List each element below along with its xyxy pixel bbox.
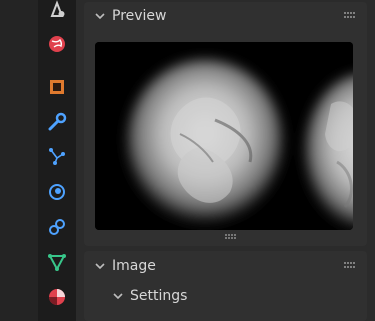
world-icon [49, 36, 65, 52]
tab-modifier[interactable] [45, 110, 69, 134]
settings-subpanel-header[interactable]: Settings [102, 283, 187, 309]
image-title: Image [112, 258, 156, 274]
tab-physics[interactable] [45, 180, 69, 204]
tab-render[interactable] [45, 0, 69, 22]
preview-title: Preview [112, 8, 167, 24]
texture-preview-image [95, 42, 353, 230]
physics-icon [49, 184, 65, 200]
properties-tabbar [38, 0, 76, 321]
chevron-down-icon [95, 13, 105, 20]
constraints-icon [49, 219, 65, 235]
tab-object-data[interactable] [45, 250, 69, 274]
tab-object[interactable] [45, 75, 69, 99]
render-icon [50, 0, 65, 17]
tab-material[interactable] [45, 285, 69, 309]
chevron-down-icon [95, 263, 105, 270]
chevron-down-icon [113, 293, 123, 300]
settings-title: Settings [130, 288, 188, 304]
particles-icon [49, 148, 65, 165]
modifier-wrench-icon [48, 112, 67, 131]
tab-constraints[interactable] [45, 215, 69, 239]
drag-grip-icon[interactable] [343, 261, 357, 269]
image-panel: Image Settings [84, 251, 367, 321]
object-data-icon [48, 254, 66, 272]
texture-preview [95, 42, 353, 230]
image-panel-header[interactable]: Image [84, 252, 367, 280]
preview-panel: Preview [84, 2, 367, 246]
preview-panel-header[interactable]: Preview [84, 2, 367, 30]
left-strip [0, 0, 38, 321]
object-icon [50, 80, 64, 94]
drag-grip-icon[interactable] [343, 11, 357, 19]
material-icon [49, 289, 65, 305]
tab-world[interactable] [45, 32, 69, 56]
resize-handle-icon[interactable] [224, 233, 238, 239]
tab-particles[interactable] [45, 144, 69, 168]
properties-panel-area: Preview Image Settings [76, 0, 375, 321]
